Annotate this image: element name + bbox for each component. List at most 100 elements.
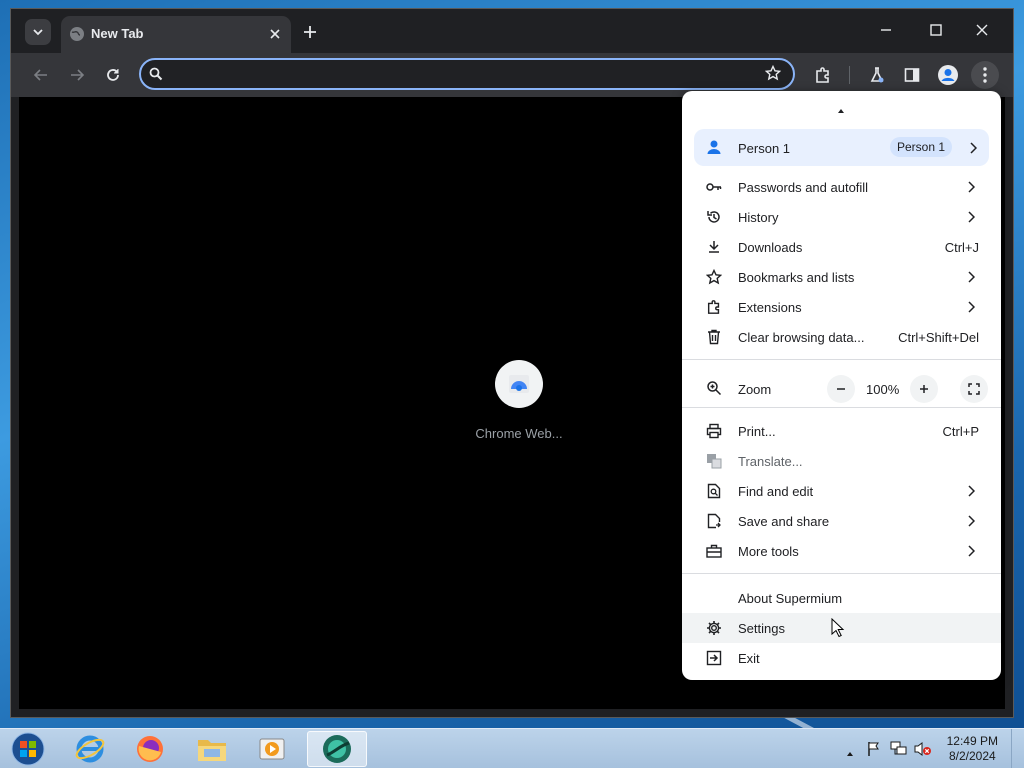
action-center-flag-icon[interactable] [866, 741, 882, 762]
chevron-right-icon [967, 180, 976, 198]
menu-item-label: Print... [738, 424, 776, 439]
minimize-button[interactable] [863, 15, 909, 45]
more-vertical-icon [983, 67, 987, 83]
taskbar-media-player[interactable] [246, 731, 298, 767]
menu-divider [682, 573, 1001, 574]
extensions-button[interactable] [809, 61, 837, 89]
back-button[interactable] [27, 61, 55, 89]
gear-icon [706, 620, 722, 636]
star-icon [706, 269, 722, 285]
shortcut-tile[interactable]: Chrome Web... [469, 360, 569, 441]
tab-close-button[interactable] [265, 24, 285, 44]
show-desktop-button[interactable] [1011, 729, 1024, 768]
menu-item-passwords[interactable]: Passwords and autofill [682, 172, 1001, 202]
menu-item-label: Clear browsing data... [738, 330, 865, 345]
close-icon [270, 29, 280, 39]
history-icon [706, 209, 722, 225]
profile-row[interactable]: Person 1 Person 1 [694, 129, 989, 166]
chevron-right-icon [967, 270, 976, 288]
clock-date: 8/2/2024 [948, 749, 996, 763]
find-icon [706, 483, 722, 499]
chevron-down-icon [33, 29, 43, 36]
menu-item-shortcut: Ctrl+Shift+Del [898, 330, 979, 345]
chevron-right-icon [967, 484, 976, 502]
start-button[interactable] [2, 731, 54, 767]
minus-icon [837, 388, 845, 390]
fullscreen-button[interactable] [960, 375, 988, 403]
network-icon[interactable] [890, 741, 908, 762]
forward-button[interactable] [63, 61, 91, 89]
maximize-button[interactable] [913, 15, 959, 45]
toolbar-separator [849, 66, 850, 84]
menu-item-save-share[interactable]: Save and share [682, 506, 1001, 536]
zoom-out-button[interactable] [827, 375, 855, 403]
labs-button[interactable] [863, 61, 891, 89]
menu-item-extensions[interactable]: Extensions [682, 292, 1001, 322]
mouse-cursor [831, 617, 845, 643]
flask-icon [870, 67, 884, 83]
plus-icon [920, 385, 928, 393]
menu-item-shortcut: Ctrl+P [942, 424, 979, 439]
folder-icon [198, 740, 226, 761]
menu-item-more-tools[interactable]: More tools [682, 536, 1001, 566]
zoom-icon [706, 380, 722, 396]
taskbar-supermium[interactable] [307, 731, 367, 767]
tab-new-tab[interactable]: New Tab [61, 16, 291, 53]
reload-button[interactable] [99, 61, 127, 89]
plus-icon [304, 26, 316, 38]
tab-search-button[interactable] [25, 19, 51, 45]
search-icon [149, 67, 163, 86]
taskbar-firefox[interactable] [124, 731, 176, 767]
menu-item-history[interactable]: History [682, 202, 1001, 232]
chevron-right-icon [967, 210, 976, 228]
menu-item-exit[interactable]: Exit [682, 643, 1001, 673]
menu-divider [682, 359, 1001, 360]
puzzle-icon [816, 67, 829, 83]
address-bar[interactable] [139, 58, 795, 90]
internet-explorer-icon [75, 735, 105, 763]
chevron-right-icon [967, 544, 976, 562]
tab-title: New Tab [91, 26, 144, 41]
menu-item-print[interactable]: Print... Ctrl+P [682, 416, 1001, 446]
menu-item-label: Find and edit [738, 484, 814, 499]
menu-item-label: More tools [738, 544, 799, 559]
taskbar: 12:49 PM 8/2/2024 [0, 728, 1024, 768]
browser-menu: Person 1 Person 1 Passwords and autofill… [682, 91, 1001, 680]
bookmark-star-icon[interactable] [764, 64, 782, 86]
side-panel-button[interactable] [898, 61, 926, 89]
profile-button[interactable] [934, 61, 962, 89]
window-close-button[interactable] [959, 15, 1005, 45]
firefox-icon [137, 736, 163, 762]
menu-item-label: Bookmarks and lists [738, 270, 855, 285]
maximize-icon [930, 24, 942, 36]
menu-button[interactable] [971, 61, 999, 89]
tray-expand-icon[interactable] [846, 744, 854, 762]
person-icon [706, 139, 722, 160]
menu-item-shortcut: Ctrl+J [944, 240, 979, 255]
menu-item-about[interactable]: About Supermium [682, 583, 1001, 613]
zoom-in-button[interactable] [910, 375, 938, 403]
tab-strip: New Tab [11, 9, 1013, 53]
exit-icon [706, 650, 722, 666]
menu-item-translate[interactable]: Translate... [682, 446, 1001, 476]
taskbar-internet-explorer[interactable] [64, 731, 116, 767]
clock-time: 12:49 PM [946, 734, 998, 748]
menu-item-bookmarks[interactable]: Bookmarks and lists [682, 262, 1001, 292]
fullscreen-icon [968, 383, 980, 395]
menu-item-clear-data[interactable]: Clear browsing data... Ctrl+Shift+Del [682, 322, 1001, 352]
globe-icon [69, 26, 85, 47]
system-clock[interactable]: 12:49 PM 8/2/2024 [947, 734, 998, 764]
menu-item-find-edit[interactable]: Find and edit [682, 476, 1001, 506]
puzzle-icon [706, 299, 722, 315]
save-icon [706, 513, 722, 529]
reload-icon [107, 69, 119, 81]
key-icon [706, 179, 722, 195]
menu-item-downloads[interactable]: Downloads Ctrl+J [682, 232, 1001, 262]
taskbar-file-explorer[interactable] [186, 731, 238, 767]
minimize-icon [881, 29, 891, 31]
side-panel-icon [904, 68, 920, 82]
toolbox-icon [706, 543, 722, 559]
address-input[interactable] [171, 64, 745, 86]
new-tab-button[interactable] [299, 21, 321, 43]
volume-muted-icon[interactable] [914, 741, 932, 762]
